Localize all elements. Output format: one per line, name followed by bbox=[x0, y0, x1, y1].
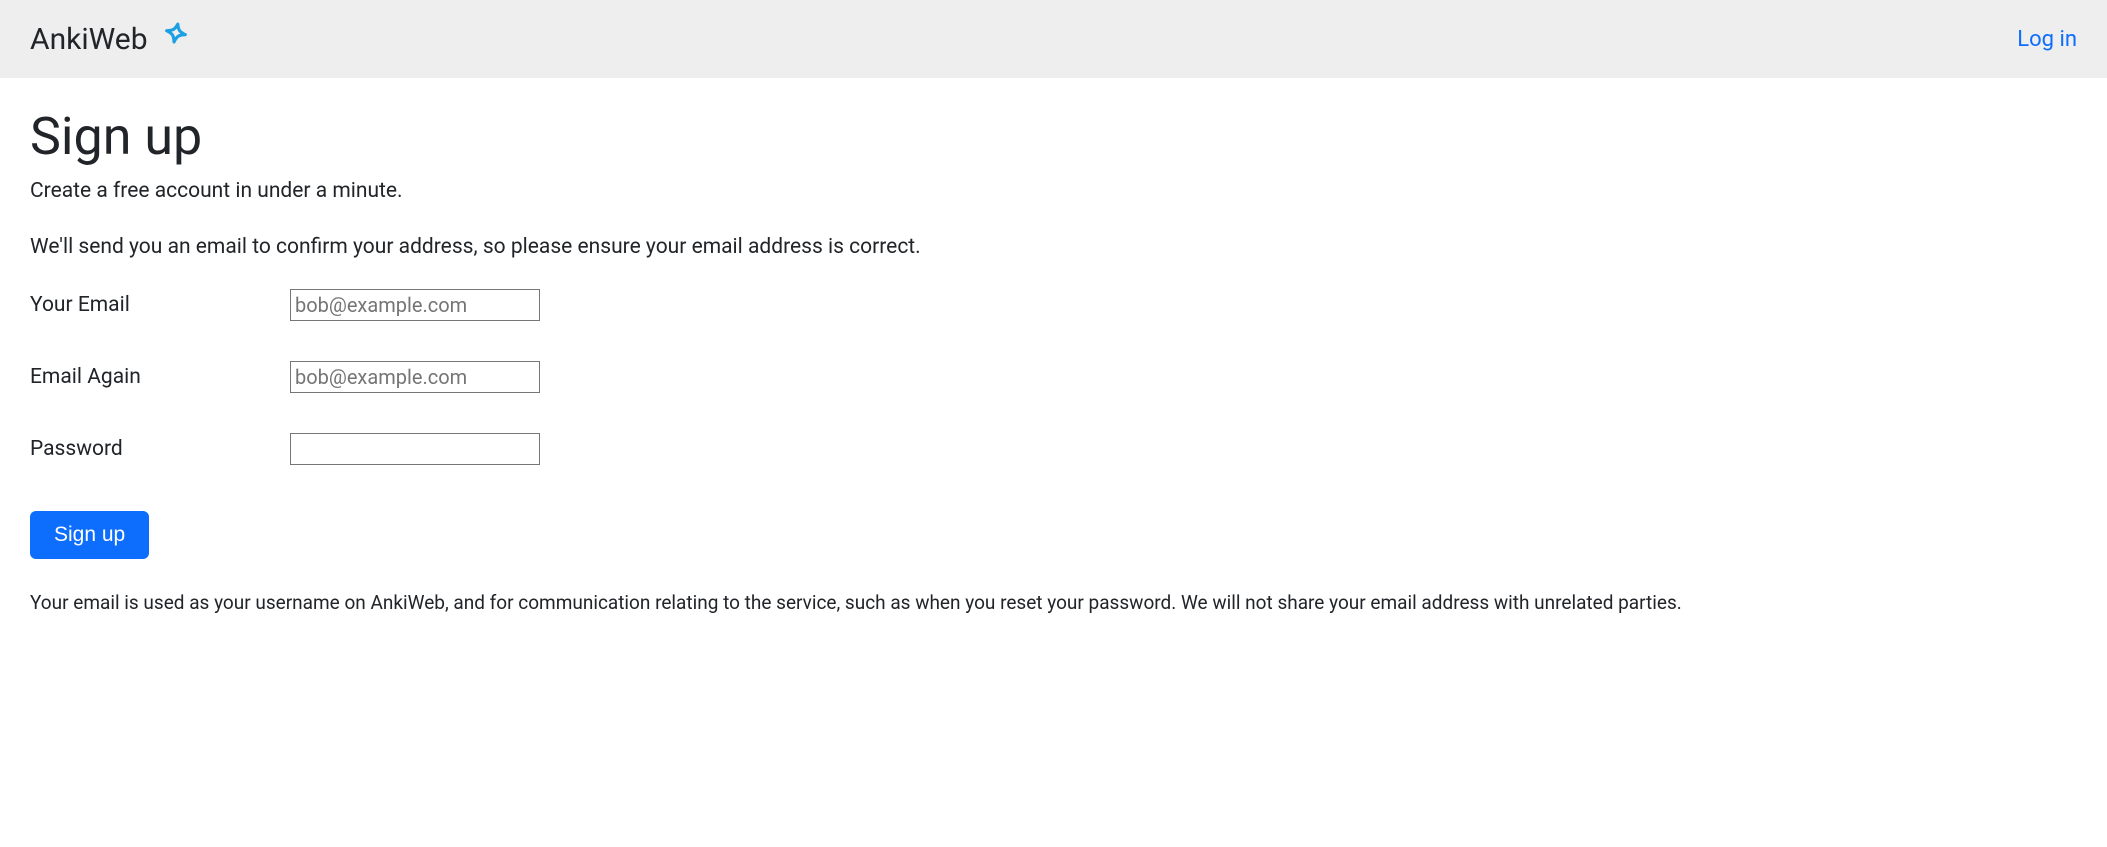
page-title: Sign up bbox=[30, 106, 2077, 167]
star-icon bbox=[156, 19, 196, 59]
password-input[interactable] bbox=[290, 433, 540, 465]
main-content: Sign up Create a free account in under a… bbox=[0, 78, 2107, 638]
info-text: We'll send you an email to confirm your … bbox=[30, 235, 2077, 259]
brand-text: AnkiWeb bbox=[30, 22, 148, 57]
email-label: Your Email bbox=[30, 293, 290, 317]
signup-button[interactable]: Sign up bbox=[30, 511, 149, 559]
email-again-input[interactable] bbox=[290, 361, 540, 393]
password-label: Password bbox=[30, 437, 290, 461]
privacy-text: Your email is used as your username on A… bbox=[30, 589, 2077, 618]
password-row: Password bbox=[30, 433, 2077, 465]
email-again-label: Email Again bbox=[30, 365, 290, 389]
email-input[interactable] bbox=[290, 289, 540, 321]
email-row: Your Email bbox=[30, 289, 2077, 321]
email-again-row: Email Again bbox=[30, 361, 2077, 393]
header: AnkiWeb Log in bbox=[0, 0, 2107, 78]
page-subtitle: Create a free account in under a minute. bbox=[30, 179, 2077, 203]
login-link[interactable]: Log in bbox=[2017, 27, 2077, 52]
brand[interactable]: AnkiWeb bbox=[30, 19, 196, 59]
